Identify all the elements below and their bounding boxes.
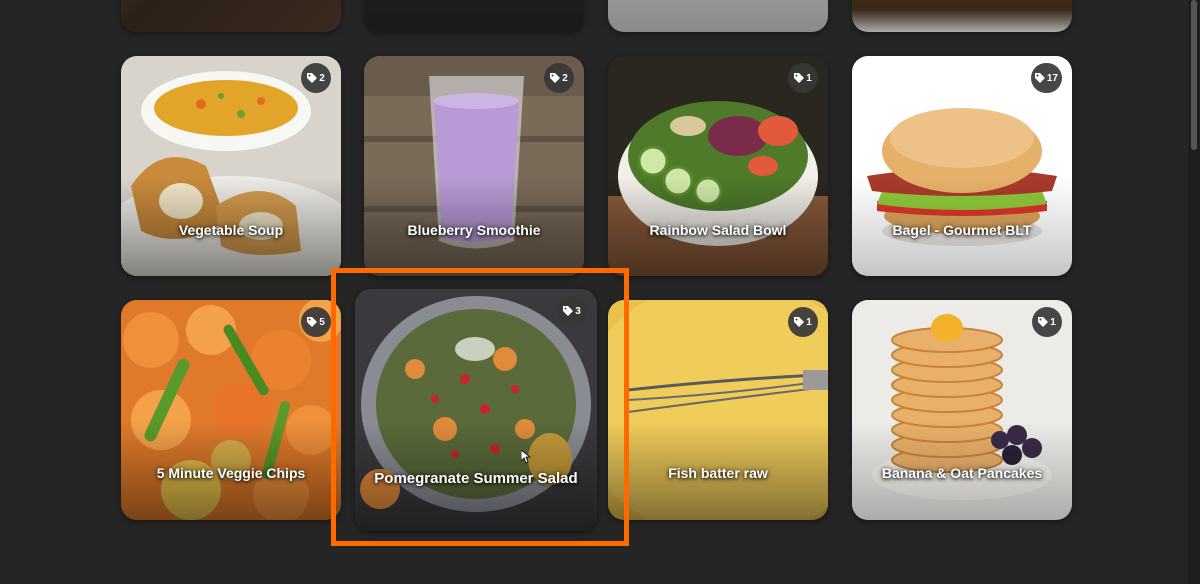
tag-count-badge: 5 (301, 307, 331, 337)
recipe-grid-page: 2 Vegetable Soup 2 Blueberry Smoothie 1 … (0, 0, 1200, 584)
tag-count: 1 (806, 316, 812, 328)
recipe-card-bagel-gourmet-blt[interactable]: 17 Bagel - Gourmet BLT (852, 56, 1072, 276)
tag-count-badge: 2 (544, 63, 574, 93)
tag-count: 2 (562, 72, 568, 84)
tag-icon (1034, 73, 1045, 83)
recipe-title: Pomegranate Summer Salad (374, 470, 578, 487)
recipe-title: 5 Minute Veggie Chips (156, 465, 306, 481)
recipe-card-vegetable-soup[interactable]: 2 Vegetable Soup (121, 56, 341, 276)
tag-count: 3 (575, 305, 581, 317)
recipe-title: Banana & Oat Pancakes (881, 465, 1043, 481)
recipe-card-top-4[interactable] (852, 0, 1072, 32)
tag-count-badge: 2 (301, 63, 331, 93)
tag-count-badge: 17 (1030, 63, 1062, 93)
tag-count-badge: 1 (788, 307, 818, 337)
tag-icon (794, 317, 805, 327)
recipe-title: Blueberry Smoothie (407, 222, 541, 238)
tag-count: 17 (1046, 72, 1058, 84)
recipe-card-top-3[interactable] (608, 0, 828, 32)
recipe-title: Vegetable Soup (178, 222, 284, 238)
recipe-card-banana-oat-pancakes[interactable]: 1 Banana & Oat Pancakes (852, 300, 1072, 520)
tag-count: 1 (1050, 316, 1056, 328)
tag-icon (307, 317, 318, 327)
tag-icon (794, 73, 805, 83)
mouse-cursor-icon (521, 450, 531, 464)
recipe-card-pomegranate-summer-salad[interactable]: 3 Pomegranate Summer Salad (355, 289, 597, 531)
tag-icon (563, 306, 574, 316)
tag-count: 1 (806, 72, 812, 84)
tag-icon (1038, 317, 1049, 327)
tag-count-badge: 1 (1032, 307, 1062, 337)
tag-icon (307, 73, 318, 83)
tag-count: 5 (319, 316, 325, 328)
recipe-title: Fish batter raw (668, 465, 768, 481)
tag-count-badge: 1 (788, 63, 818, 93)
recipe-title: Rainbow Salad Bowl (649, 222, 787, 238)
tag-count: 2 (319, 72, 325, 84)
tag-icon (550, 73, 561, 83)
recipe-card-top-1[interactable] (121, 0, 341, 32)
recipe-title: Bagel - Gourmet BLT (892, 222, 1032, 238)
recipe-card-blueberry-smoothie[interactable]: 2 Blueberry Smoothie (364, 56, 584, 276)
recipe-card-fish-batter-raw[interactable]: 1 Fish batter raw (608, 300, 828, 520)
scrollbar-thumb[interactable] (1191, 0, 1197, 150)
page-scrollbar[interactable] (1188, 0, 1200, 584)
recipe-card-5-minute-veggie-chips[interactable]: 5 5 Minute Veggie Chips (121, 300, 341, 520)
recipe-card-top-2[interactable] (364, 0, 584, 32)
recipe-card-rainbow-salad-bowl[interactable]: 1 Rainbow Salad Bowl (608, 56, 828, 276)
tag-count-badge: 3 (557, 296, 587, 326)
